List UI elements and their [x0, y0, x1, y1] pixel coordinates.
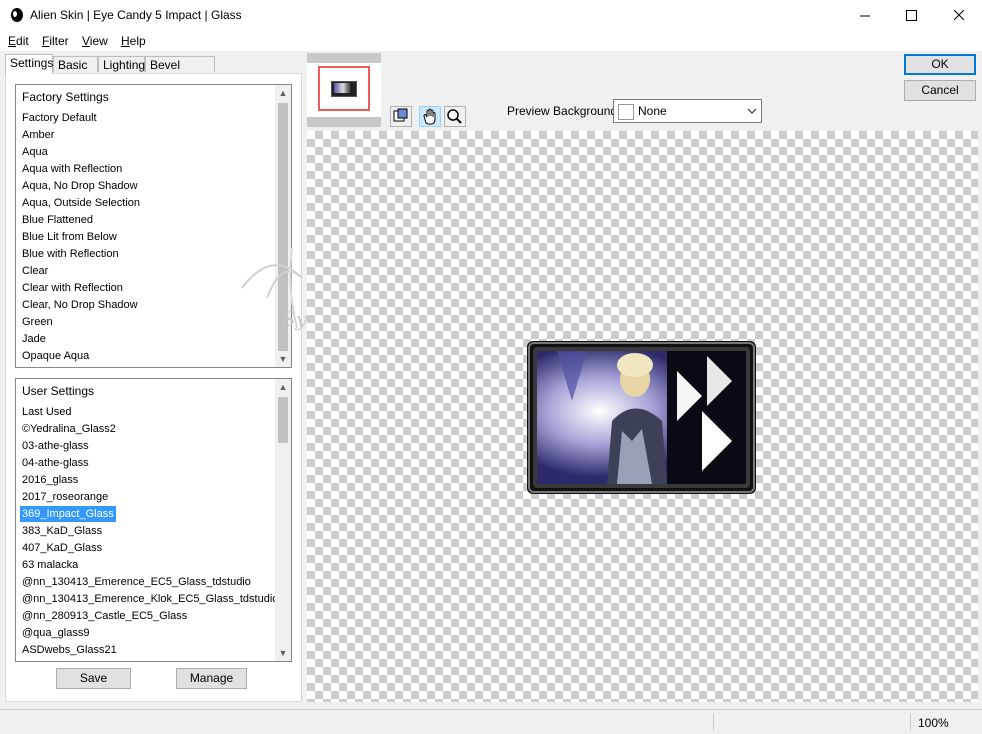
- list-item[interactable]: 03-athe-glass: [22, 438, 89, 454]
- list-item[interactable]: Clear: [22, 263, 48, 279]
- magnifier-icon: [447, 109, 462, 124]
- list-item[interactable]: ©Yedralina_Glass2: [22, 421, 116, 437]
- menu-bar: Edit Filter View Help: [0, 31, 982, 52]
- zoom-level: 100%: [918, 716, 949, 730]
- scroll-up-icon[interactable]: ▲: [275, 85, 291, 101]
- user-list-scrollbar[interactable]: ▲ ▼: [275, 379, 291, 661]
- list-item[interactable]: Factory Default: [22, 110, 97, 126]
- tab-basic[interactable]: Basic: [53, 56, 98, 72]
- status-bar: 100%: [0, 709, 982, 734]
- list-item[interactable]: Aqua, No Drop Shadow: [22, 178, 138, 194]
- list-item[interactable]: Aqua, Outside Selection: [22, 195, 140, 211]
- save-button[interactable]: Save: [56, 668, 131, 689]
- background-swatch: [618, 104, 634, 120]
- hand-tool-button[interactable]: [419, 106, 441, 127]
- list-item[interactable]: 2017_roseorange: [22, 489, 108, 505]
- menu-edit[interactable]: Edit: [8, 34, 29, 48]
- list-item[interactable]: 407_KaD_Glass: [22, 540, 102, 556]
- list-item[interactable]: Clear with Reflection: [22, 280, 123, 296]
- preview-image: [527, 341, 756, 494]
- list-item[interactable]: 63 malacka: [22, 557, 78, 573]
- chevron-down-icon: [747, 108, 757, 114]
- list-item[interactable]: @nn_130413_Emerence_EC5_Glass_tdstudio: [22, 574, 251, 590]
- manage-button[interactable]: Manage: [176, 668, 247, 689]
- list-item[interactable]: @nn_280913_Castle_EC5_Glass: [22, 608, 187, 624]
- list-item[interactable]: 2016_glass: [22, 472, 78, 488]
- list-item[interactable]: Blue Flattened: [22, 212, 93, 228]
- navigator-view-rect[interactable]: [318, 66, 370, 111]
- list-item[interactable]: Jade: [22, 331, 46, 347]
- minimize-icon: [859, 15, 870, 17]
- compare-tool-button[interactable]: [390, 106, 412, 127]
- zoom-tool-button[interactable]: [444, 106, 466, 127]
- list-item[interactable]: 369_Impact_Glass: [20, 506, 116, 522]
- scroll-up-icon[interactable]: ▲: [275, 379, 291, 395]
- list-item[interactable]: Clear, No Drop Shadow: [22, 297, 138, 313]
- scroll-thumb[interactable]: [278, 397, 288, 443]
- user-settings-list[interactable]: User Settings Last Used ©Yedralina_Glass2…: [15, 378, 292, 662]
- maximize-button[interactable]: [888, 0, 934, 31]
- user-settings-header: User Settings: [22, 384, 95, 398]
- minimize-button[interactable]: [842, 0, 888, 31]
- navigator-thumbnail[interactable]: [307, 53, 381, 127]
- list-item[interactable]: Blue Lit from Below: [22, 229, 117, 245]
- list-item[interactable]: @qua_glass9: [22, 625, 89, 641]
- alien-skin-app-icon: [11, 8, 23, 22]
- factory-settings-header: Factory Settings: [22, 90, 109, 104]
- list-item[interactable]: 04-athe-glass: [22, 455, 89, 471]
- preview-background-label: Preview Background:: [507, 104, 621, 118]
- preview-canvas[interactable]: [307, 131, 978, 702]
- close-icon: [953, 10, 964, 21]
- list-item[interactable]: Last Used: [22, 404, 72, 420]
- list-item[interactable]: ASDwebs_Glass21: [22, 642, 117, 658]
- menu-filter[interactable]: Filter: [42, 34, 69, 48]
- menu-view[interactable]: View: [82, 34, 108, 48]
- ok-button[interactable]: OK: [904, 54, 976, 75]
- tab-bevel-profile[interactable]: Bevel Profile: [145, 56, 215, 88]
- list-item[interactable]: Amber: [22, 127, 54, 143]
- list-item[interactable]: Green: [22, 314, 53, 330]
- compare-icon: [393, 108, 408, 122]
- close-button[interactable]: [936, 0, 982, 31]
- list-item[interactable]: Blue with Reflection: [22, 246, 119, 262]
- hand-icon: [423, 108, 436, 125]
- preview-background-value: None: [638, 104, 667, 118]
- tab-settings[interactable]: Settings: [5, 54, 53, 74]
- list-item[interactable]: 383_KaD_Glass: [22, 523, 102, 539]
- list-item[interactable]: @nn_130413_Emerence_Klok_EC5_Glass_tdstu…: [22, 591, 278, 607]
- scroll-down-icon[interactable]: ▼: [275, 351, 291, 367]
- preview-background-select[interactable]: None: [613, 99, 762, 123]
- scroll-down-icon[interactable]: ▼: [275, 645, 291, 661]
- window-title: Alien Skin | Eye Candy 5 Impact | Glass: [30, 8, 242, 22]
- cancel-button[interactable]: Cancel: [904, 80, 976, 101]
- maximize-icon: [905, 10, 917, 21]
- list-item[interactable]: Opaque Aqua: [22, 348, 89, 364]
- title-bar: Alien Skin | Eye Candy 5 Impact | Glass: [0, 0, 982, 31]
- list-item[interactable]: Aqua: [22, 144, 48, 160]
- list-item[interactable]: Aqua with Reflection: [22, 161, 122, 177]
- tab-lighting[interactable]: Lighting: [98, 56, 145, 72]
- menu-help[interactable]: Help: [121, 34, 146, 48]
